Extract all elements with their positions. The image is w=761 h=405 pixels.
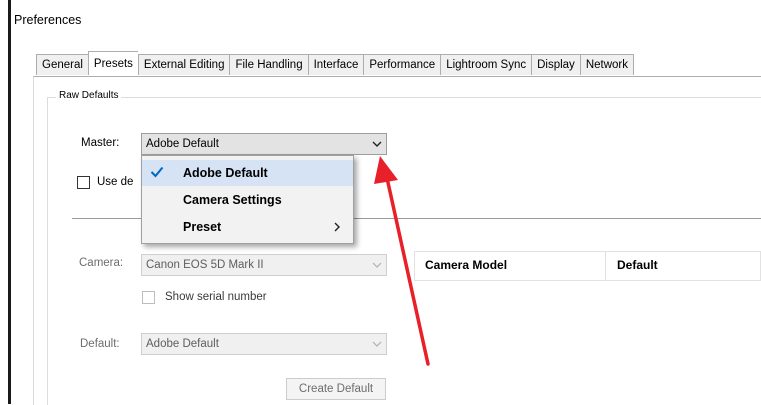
show-serial-checkbox[interactable]	[142, 291, 155, 304]
camera-label: Camera:	[79, 257, 124, 269]
master-select[interactable]: Adobe Default	[141, 133, 387, 155]
tab-bar: General Presets External Editing File Ha…	[36, 51, 634, 76]
raw-defaults-group-label: Raw Defaults	[56, 90, 122, 101]
window-title: Preferences	[14, 13, 82, 27]
chevron-down-icon	[372, 141, 382, 147]
menu-item-preset[interactable]: Preset	[142, 214, 353, 240]
menu-item-label: Preset	[183, 220, 222, 234]
default-select[interactable]: Adobe Default	[141, 333, 387, 355]
camera-select[interactable]: Canon EOS 5D Mark II	[141, 254, 387, 276]
chevron-down-icon	[372, 341, 382, 347]
master-select-value: Adobe Default	[146, 138, 219, 150]
menu-item-label: Adobe Default	[183, 166, 268, 180]
camera-select-value: Canon EOS 5D Mark II	[146, 259, 264, 271]
create-default-button[interactable]: Create Default	[286, 378, 386, 400]
chevron-down-icon	[372, 262, 382, 268]
tab-presets[interactable]: Presets	[87, 51, 138, 75]
column-header-default[interactable]: Default	[617, 258, 658, 272]
default-select-value: Adobe Default	[146, 338, 219, 350]
master-dropdown-menu: Adobe Default Camera Settings Preset	[141, 155, 354, 244]
use-defaults-label: Use de	[97, 176, 134, 188]
menu-item-adobe-default[interactable]: Adobe Default	[142, 160, 353, 186]
table-column-separator	[605, 251, 606, 281]
menu-item-camera-settings[interactable]: Camera Settings	[142, 187, 353, 213]
default-label: Default:	[80, 338, 120, 350]
tab-lightroom-sync[interactable]: Lightroom Sync	[440, 54, 532, 75]
master-label: Master:	[81, 137, 120, 149]
show-serial-label: Show serial number	[165, 291, 267, 303]
use-defaults-checkbox[interactable]	[77, 176, 90, 189]
tab-interface[interactable]: Interface	[307, 54, 364, 75]
chevron-right-icon	[334, 222, 340, 232]
column-header-camera-model[interactable]: Camera Model	[425, 258, 507, 272]
tab-external-editing[interactable]: External Editing	[137, 54, 230, 75]
tab-network[interactable]: Network	[579, 54, 634, 75]
window-left-border	[8, 0, 11, 404]
menu-item-label: Camera Settings	[183, 193, 282, 207]
tab-display[interactable]: Display	[531, 54, 580, 75]
tab-general[interactable]: General	[36, 54, 88, 75]
tab-file-handling[interactable]: File Handling	[229, 54, 308, 75]
tab-performance[interactable]: Performance	[363, 54, 441, 75]
checkmark-icon	[150, 166, 164, 178]
